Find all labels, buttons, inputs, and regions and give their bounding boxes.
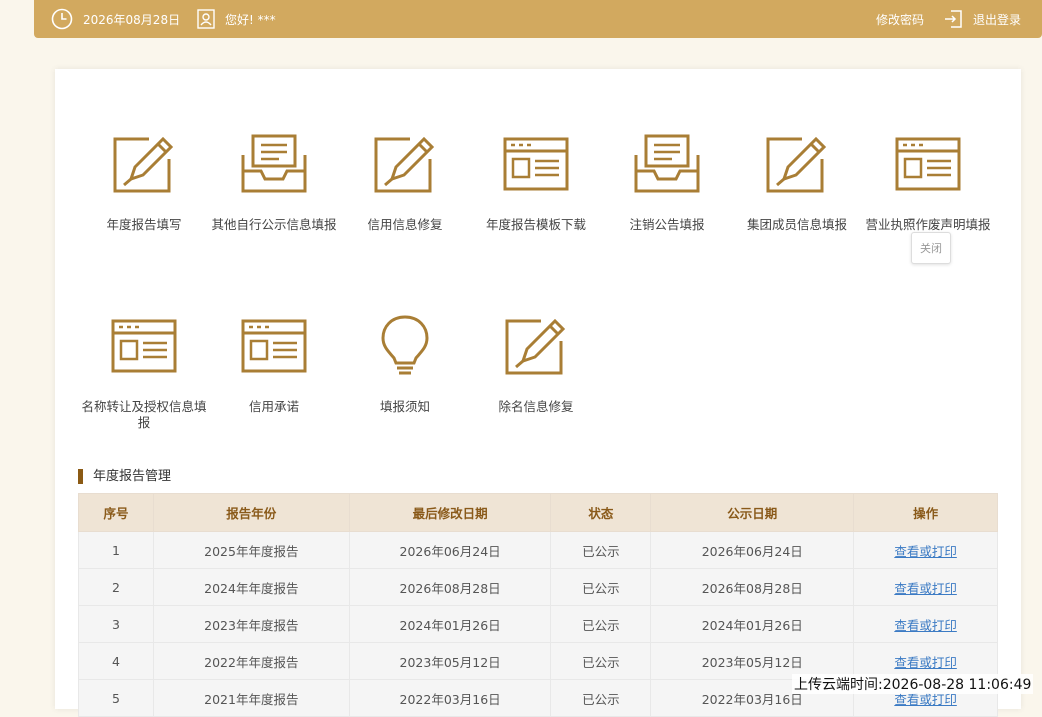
- cell-report-year: 2025年年度报告: [152, 531, 350, 569]
- cell-modified-date: 2022年03月16日: [348, 679, 552, 717]
- tile-label[interactable]: 集团成员信息填报: [732, 217, 862, 233]
- column-header: 状态: [550, 493, 652, 532]
- section-title: 年度报告管理: [78, 469, 171, 484]
- top-bar: 2026年08月28日 您好! *** 修改密码 退出登录: [34, 0, 1042, 38]
- browser-window-icon[interactable]: [109, 315, 179, 377]
- change-password-link[interactable]: 修改密码: [876, 0, 924, 38]
- cell-report-year: 2024年年度报告: [152, 568, 350, 606]
- tile-template-download[interactable]: 年度报告模板下载: [471, 133, 601, 233]
- logout-button[interactable]: 退出登录: [943, 0, 1021, 38]
- date-display: 2026年08月28日: [51, 0, 180, 38]
- cell-modified-date: 2026年06月24日: [348, 531, 552, 569]
- cell-status: 已公示: [550, 605, 652, 643]
- cell-modified-date: 2024年01月26日: [348, 605, 552, 643]
- tile-group-members[interactable]: 集团成员信息填报: [732, 133, 862, 233]
- tile-other-public-info[interactable]: 其他自行公示信息填报: [209, 133, 339, 233]
- tile-license-void[interactable]: 营业执照作废声明填报: [863, 133, 993, 233]
- cell-index: 2: [78, 568, 154, 606]
- table-row: 1 2025年年度报告 2026年06月24日 已公示 2026年06月24日 …: [78, 531, 998, 569]
- tile-label[interactable]: 信用承诺: [209, 399, 339, 415]
- logout-label[interactable]: 退出登录: [973, 11, 1021, 28]
- table-row: 2 2024年年度报告 2026年08月28日 已公示 2026年08月28日 …: [78, 568, 998, 606]
- edit-pencil-icon[interactable]: [370, 133, 440, 195]
- browser-window-icon[interactable]: [239, 315, 309, 377]
- main-panel: 年度报告填写 其他自行公示信息填报 信用信息修复 年度报告模板下载 注销公告填报…: [55, 69, 1021, 717]
- edit-pencil-icon[interactable]: [762, 133, 832, 195]
- light-bulb-icon[interactable]: [370, 315, 440, 377]
- tile-label[interactable]: 年度报告填写: [79, 217, 209, 233]
- column-header: 最后修改日期: [348, 493, 552, 532]
- tile-label[interactable]: 年度报告模板下载: [471, 217, 601, 233]
- edit-pencil-icon[interactable]: [501, 315, 571, 377]
- cell-index: 5: [78, 679, 154, 717]
- cell-report-year: 2021年年度报告: [152, 679, 350, 717]
- upload-timestamp-watermark: 上传云端时间:2026-08-28 11:06:49: [792, 674, 1034, 694]
- tile-annual-report-fill[interactable]: 年度报告填写: [79, 133, 209, 233]
- tooltip-text[interactable]: 关闭: [920, 240, 942, 256]
- tile-credit-commitment[interactable]: 信用承诺: [209, 315, 339, 415]
- inbox-tray-icon[interactable]: [239, 133, 309, 195]
- current-date: 2026年08月28日: [83, 12, 181, 27]
- view-print-link[interactable]: 查看或打印: [853, 605, 998, 643]
- tile-label[interactable]: 名称转让及授权信息填报: [79, 399, 209, 431]
- tile-label[interactable]: 信用信息修复: [340, 217, 470, 233]
- user-greeting: 您好! ***: [197, 0, 276, 38]
- column-header: 操作: [853, 493, 998, 532]
- cell-status: 已公示: [550, 679, 652, 717]
- cell-index: 3: [78, 605, 154, 643]
- browser-window-icon[interactable]: [501, 133, 571, 195]
- cell-status: 已公示: [550, 642, 652, 680]
- cell-report-year: 2023年年度报告: [152, 605, 350, 643]
- tile-credit-repair[interactable]: 信用信息修复: [340, 133, 470, 233]
- cell-index: 1: [78, 531, 154, 569]
- table-header-row: 序号 报告年份 最后修改日期 状态 公示日期 操作: [78, 493, 998, 532]
- tile-label[interactable]: 其他自行公示信息填报: [209, 217, 339, 233]
- greeting-text: 您好! ***: [225, 12, 276, 27]
- column-header: 序号: [78, 493, 154, 532]
- table-row: 3 2023年年度报告 2024年01月26日 已公示 2024年01月26日 …: [78, 605, 998, 643]
- column-header: 公示日期: [650, 493, 855, 532]
- cell-public-date: 2026年08月28日: [650, 568, 855, 606]
- tile-name-transfer[interactable]: 名称转让及授权信息填报: [79, 315, 209, 431]
- view-print-link[interactable]: 查看或打印: [853, 568, 998, 606]
- cell-status: 已公示: [550, 531, 652, 569]
- tile-delisting-repair[interactable]: 除名信息修复: [471, 315, 601, 415]
- edit-pencil-icon[interactable]: [109, 133, 179, 195]
- cell-index: 4: [78, 642, 154, 680]
- inbox-tray-icon[interactable]: [632, 133, 702, 195]
- logout-icon[interactable]: [943, 9, 963, 29]
- clock-icon: [51, 8, 73, 30]
- cell-modified-date: 2023年05月12日: [348, 642, 552, 680]
- cell-modified-date: 2026年08月28日: [348, 568, 552, 606]
- browser-window-icon[interactable]: [893, 133, 963, 195]
- tile-label[interactable]: 除名信息修复: [471, 399, 601, 415]
- column-header: 报告年份: [152, 493, 350, 532]
- user-badge-icon: [197, 9, 215, 29]
- cell-public-date: 2026年06月24日: [650, 531, 855, 569]
- cell-public-date: 2024年01月26日: [650, 605, 855, 643]
- view-print-link[interactable]: 查看或打印: [853, 531, 998, 569]
- tile-filing-notes[interactable]: 填报须知: [340, 315, 470, 415]
- tile-cancellation-notice[interactable]: 注销公告填报: [602, 133, 732, 233]
- close-tooltip[interactable]: 关闭: [911, 232, 951, 264]
- tile-label[interactable]: 填报须知: [340, 399, 470, 415]
- cell-status: 已公示: [550, 568, 652, 606]
- tile-label[interactable]: 营业执照作废声明填报: [863, 217, 993, 233]
- tile-label[interactable]: 注销公告填报: [602, 217, 732, 233]
- change-password-label[interactable]: 修改密码: [876, 11, 924, 28]
- cell-report-year: 2022年年度报告: [152, 642, 350, 680]
